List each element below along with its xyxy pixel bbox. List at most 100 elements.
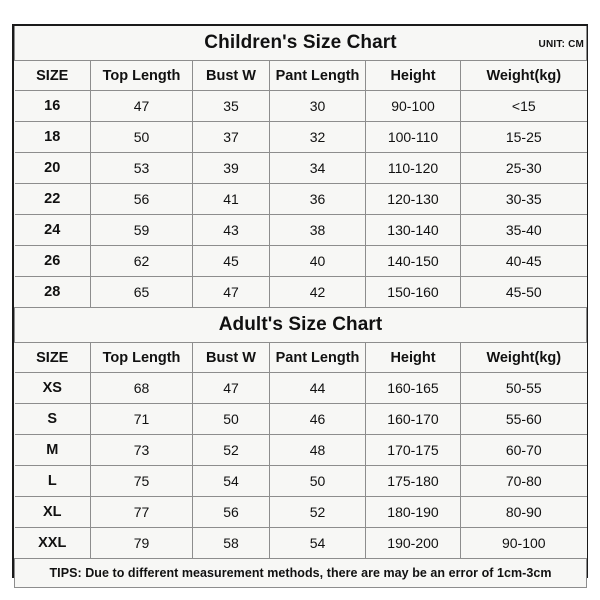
table-row: 18 50 37 32 100-110 15-25: [14, 121, 587, 153]
adult_chart-data-cell: 68: [90, 372, 193, 404]
children_chart-data-cell: 56: [90, 183, 193, 215]
adult_chart-data-cell: 79: [90, 527, 193, 559]
adult_chart-size-cell: M: [14, 434, 91, 466]
children_chart-title-wrap: Children's Size Chart UNIT: CM: [15, 26, 586, 60]
children_chart-data-cell: 150-160: [365, 276, 461, 308]
children_chart-data-cell: 34: [269, 152, 366, 184]
children_chart-data-cell: <15: [459, 90, 587, 122]
children_chart-unit-label: UNIT: CM: [538, 39, 585, 50]
size-chart-frame: Children's Size Chart UNIT: CM SIZE Top Len…: [12, 24, 588, 588]
table-row: S 71 50 46 160-170 55-60: [14, 403, 587, 435]
table-row: 24 59 43 38 130-140 35-40: [14, 214, 587, 246]
table-row: XXL 79 58 54 190-200 90-100: [14, 527, 587, 559]
children_chart-data-cell: 42: [269, 276, 366, 308]
adult_chart-title-row: Adult's Size Chart: [13, 307, 588, 343]
adult_chart-data-cell: 58: [192, 527, 270, 559]
adult_chart-data-cell: 54: [269, 527, 366, 559]
children_chart-data-cell: 36: [269, 183, 366, 215]
adult_chart-data-cell: 46: [269, 403, 366, 435]
table-row: 16 47 35 30 90-100 <15: [14, 90, 587, 122]
children_chart-data-cell: 120-130: [365, 183, 461, 215]
adult_chart-data-cell: 70-80: [459, 465, 587, 497]
adult_chart-data-cell: 50: [192, 403, 270, 435]
size-chart-page: Children's Size Chart UNIT: CM SIZE Top Len…: [0, 0, 600, 600]
children_chart-title-row: Children's Size Chart UNIT: CM: [13, 26, 588, 61]
adult_chart-size-cell: XL: [14, 496, 91, 528]
adult_chart-column-header: Weight(kg): [459, 342, 587, 373]
children_chart-data-cell: 62: [90, 245, 193, 277]
children_chart-data-cell: 43: [192, 214, 270, 246]
children_chart-size-cell: 24: [14, 214, 91, 246]
adult_chart-data-cell: 54: [192, 465, 270, 497]
children_chart-data-cell: 140-150: [365, 245, 461, 277]
table-row: XL 77 56 52 180-190 80-90: [14, 496, 587, 528]
children_chart-column-header: SIZE: [14, 60, 91, 91]
adult_chart-data-cell: 190-200: [365, 527, 461, 559]
children_chart-data-cell: 35-40: [459, 214, 587, 246]
adult_chart-data-cell: 50-55: [459, 372, 587, 404]
adult_chart-data-cell: 77: [90, 496, 193, 528]
children_chart-data-cell: 39: [192, 152, 270, 184]
children_chart-data-cell: 100-110: [365, 121, 461, 153]
adult_chart-data-cell: 71: [90, 403, 193, 435]
children_chart-column-header: Height: [365, 60, 461, 91]
children_chart-column-header: Bust W: [192, 60, 270, 91]
children_chart-data-cell: 110-120: [365, 152, 461, 184]
adult_chart-size-cell: L: [14, 465, 91, 497]
tips-row: TIPS: Due to different measurement metho…: [13, 558, 588, 588]
children_chart-size-cell: 16: [14, 90, 91, 122]
adult_chart-data-cell: 170-175: [365, 434, 461, 466]
children_chart-data-cell: 50: [90, 121, 193, 153]
children_chart-data-cell: 30-35: [459, 183, 587, 215]
table-row: L 75 54 50 175-180 70-80: [14, 465, 587, 497]
tips-text: TIPS: Due to different measurement metho…: [13, 558, 588, 588]
table-row: 26 62 45 40 140-150 40-45: [14, 245, 587, 277]
table-row: 22 56 41 36 120-130 30-35: [14, 183, 587, 215]
children_chart-data-cell: 30: [269, 90, 366, 122]
adult_chart-data-cell: 160-165: [365, 372, 461, 404]
children_chart-data-cell: 15-25: [459, 121, 587, 153]
adult_chart-data-cell: 55-60: [459, 403, 587, 435]
adult_chart-chart-title: Adult's Size Chart: [218, 314, 383, 335]
children_chart-data-cell: 53: [90, 152, 193, 184]
adult_chart-data-cell: 90-100: [459, 527, 587, 559]
children_chart-data-cell: 37: [192, 121, 270, 153]
children_chart-data-cell: 35: [192, 90, 270, 122]
children_chart-data-cell: 130-140: [365, 214, 461, 246]
adult_chart-data-cell: 56: [192, 496, 270, 528]
children_chart-data-cell: 40: [269, 245, 366, 277]
adult_chart-data-cell: 75: [90, 465, 193, 497]
children_chart-size-cell: 28: [14, 276, 91, 308]
children_chart-column-header: Weight(kg): [459, 60, 587, 91]
adult_chart-data-cell: 80-90: [459, 496, 587, 528]
children_chart-header-row: SIZE Top Length Bust W Pant Length Height Wei…: [14, 60, 587, 91]
adult_chart-size-cell: S: [14, 403, 91, 435]
adult_chart-title-cell: Adult's Size Chart: [13, 307, 588, 343]
adult_chart-column-header: Top Length: [90, 342, 193, 373]
children_chart-data-cell: 40-45: [459, 245, 587, 277]
adult_chart-data-cell: 180-190: [365, 496, 461, 528]
adult_chart-column-header: Pant Length: [269, 342, 366, 373]
children_chart-data-cell: 47: [192, 276, 270, 308]
children_chart-data-cell: 25-30: [459, 152, 587, 184]
table-row: 28 65 47 42 150-160 45-50: [14, 276, 587, 308]
children_chart-data-cell: 32: [269, 121, 366, 153]
children_chart-column-header: Top Length: [90, 60, 193, 91]
children_chart-size-cell: 22: [14, 183, 91, 215]
adult_chart-data-cell: 48: [269, 434, 366, 466]
adult_chart-size-cell: XS: [14, 372, 91, 404]
children_chart-data-cell: 45: [192, 245, 270, 277]
adult_chart-column-header: Height: [365, 342, 461, 373]
children_chart-title-cell: Children's Size Chart UNIT: CM: [13, 26, 588, 61]
children_chart-data-cell: 65: [90, 276, 193, 308]
children_chart-chart-title: Children's Size Chart: [204, 32, 397, 53]
children_chart-data-cell: 45-50: [459, 276, 587, 308]
adult_chart-data-cell: 175-180: [365, 465, 461, 497]
children_chart-size-cell: 18: [14, 121, 91, 153]
table-row: XS 68 47 44 160-165 50-55: [14, 372, 587, 404]
adult_chart-column-header: SIZE: [14, 342, 91, 373]
children_chart-data-cell: 47: [90, 90, 193, 122]
children_chart-data-cell: 38: [269, 214, 366, 246]
adult_chart-data-cell: 60-70: [459, 434, 587, 466]
adult_chart-data-cell: 44: [269, 372, 366, 404]
